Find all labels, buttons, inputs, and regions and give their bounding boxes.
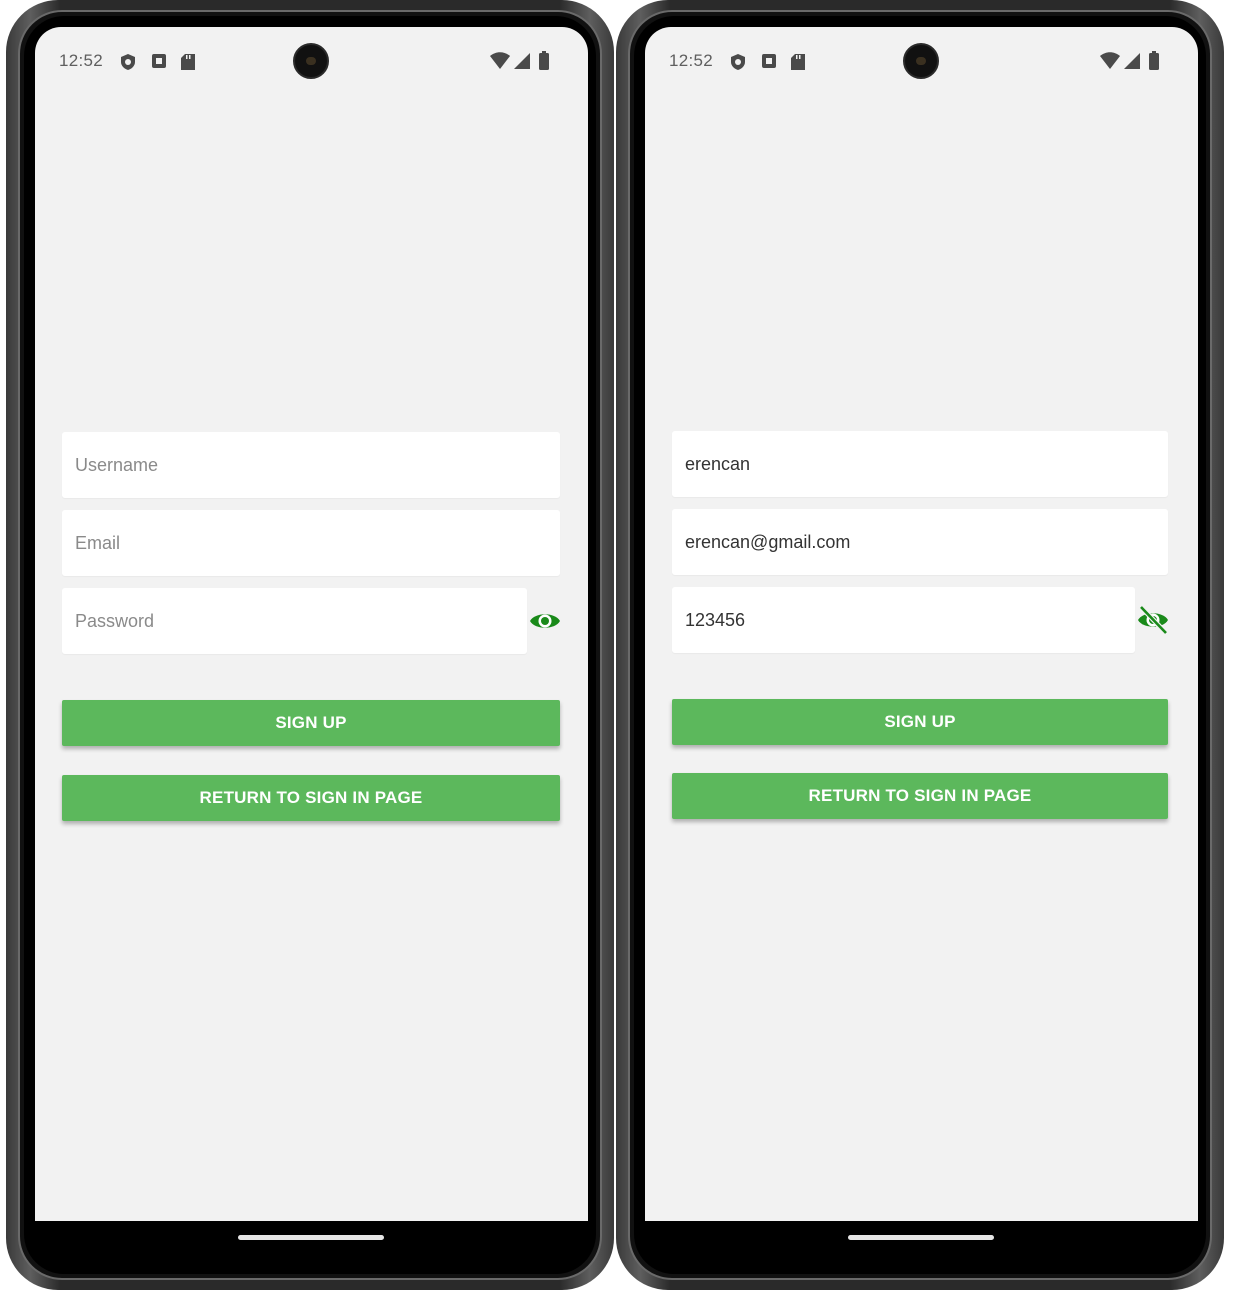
front-camera	[903, 43, 939, 79]
return-to-sign-in-button[interactable]: RETURN TO SIGN IN PAGE	[62, 775, 560, 821]
sd-card-icon	[181, 54, 195, 70]
email-field[interactable]: Email	[62, 510, 560, 576]
eye-off-icon[interactable]	[1136, 603, 1170, 637]
square-notification-icon	[152, 54, 166, 68]
battery-icon	[1149, 51, 1159, 70]
status-bar: 12:52	[645, 27, 1198, 89]
username-value: erencan	[685, 454, 751, 474]
cellular-signal-icon	[1124, 53, 1140, 69]
password-field[interactable]: Password	[62, 588, 527, 654]
shield-icon	[731, 54, 745, 70]
signup-screen-filled: 12:52 erencan erencan@gmail.com 123456 S…	[645, 27, 1198, 1221]
email-value: erencan@gmail.com	[685, 532, 851, 552]
shield-icon	[121, 54, 135, 70]
status-bar: 12:52	[35, 27, 588, 89]
sign-up-button[interactable]: SIGN UP	[672, 699, 1168, 745]
navigation-bar	[645, 1221, 1198, 1255]
password-value: 123456	[685, 610, 746, 630]
phone-frame-right: 12:52 erencan erencan@gmail.com 123456 S…	[616, 0, 1224, 1290]
email-placeholder: Email	[75, 533, 121, 553]
navigation-bar	[35, 1221, 588, 1255]
eye-icon[interactable]	[528, 604, 562, 638]
username-placeholder: Username	[75, 455, 159, 475]
front-camera	[293, 43, 329, 79]
status-time: 12:52	[669, 51, 714, 70]
home-gesture-bar[interactable]	[848, 1235, 994, 1240]
username-field[interactable]: erencan	[672, 431, 1168, 497]
email-field[interactable]: erencan@gmail.com	[672, 509, 1168, 575]
signup-screen-empty: 12:52 Username Email Password SIGN UP RE…	[35, 27, 588, 1221]
phone-frame-left: 12:52 Username Email Password SIGN UP RE…	[6, 0, 614, 1290]
return-to-sign-in-button[interactable]: RETURN TO SIGN IN PAGE	[672, 773, 1168, 819]
home-gesture-bar[interactable]	[238, 1235, 384, 1240]
cellular-signal-icon	[514, 53, 530, 69]
password-placeholder: Password	[75, 611, 155, 631]
wifi-icon	[490, 52, 510, 69]
wifi-icon	[1100, 52, 1120, 69]
battery-icon	[539, 51, 549, 70]
password-field[interactable]: 123456	[672, 587, 1135, 653]
sd-card-icon	[791, 54, 805, 70]
square-notification-icon	[762, 54, 776, 68]
sign-up-button[interactable]: SIGN UP	[62, 700, 560, 746]
username-field[interactable]: Username	[62, 432, 560, 498]
status-time: 12:52	[59, 51, 104, 70]
